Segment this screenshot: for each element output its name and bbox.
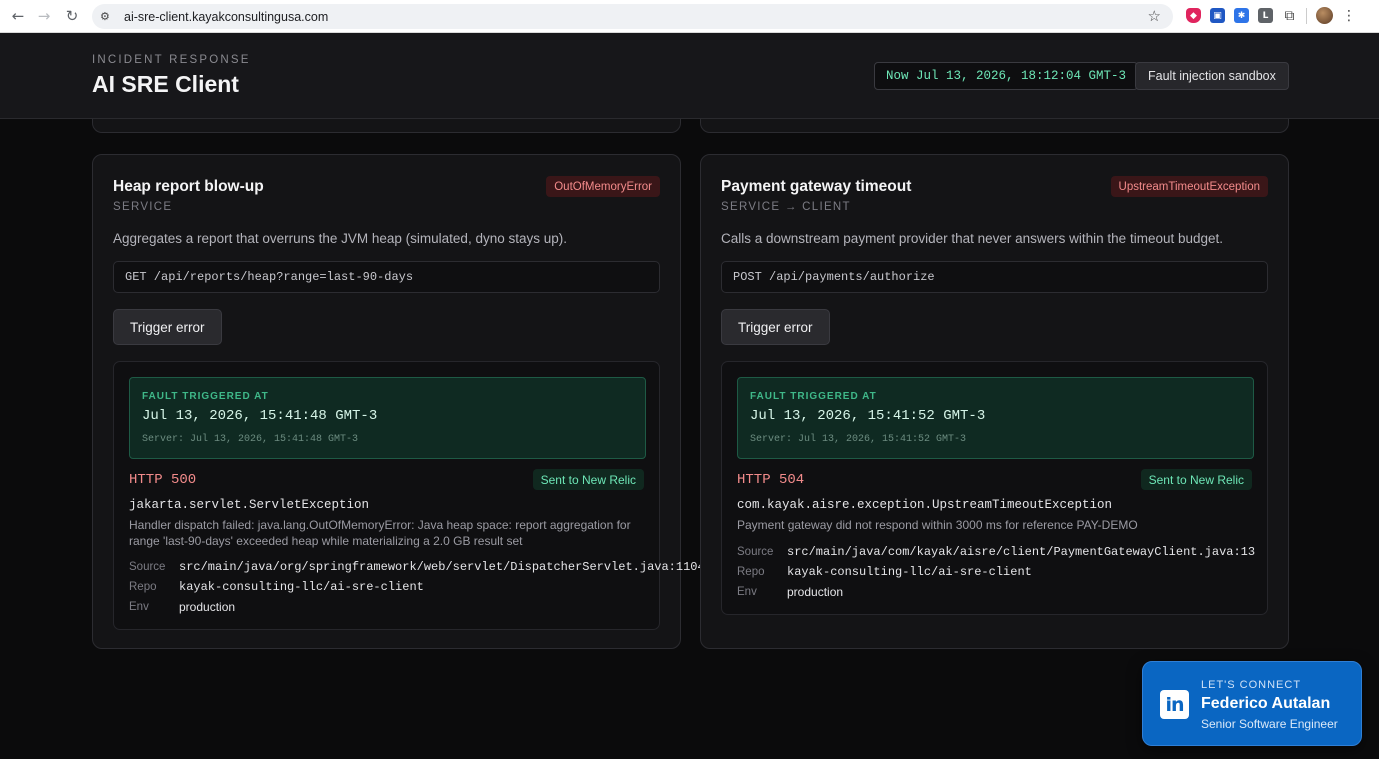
env-label: Env: [129, 601, 149, 613]
fault-result-panel: FAULT TRIGGERED AT Jul 13, 2026, 15:41:5…: [721, 361, 1268, 615]
cta-eyebrow: LET'S CONNECT: [1201, 679, 1302, 691]
profile-avatar[interactable]: [1316, 7, 1333, 24]
trigger-error-button[interactable]: Trigger error: [721, 309, 830, 345]
url-text[interactable]: ai-sre-client.kayakconsultingusa.com: [124, 10, 328, 24]
previous-card-right: [700, 119, 1289, 133]
cta-role: Senior Software Engineer: [1201, 717, 1338, 731]
extensions-area: ◆ ▣ ✱ L ⧉ ⋮: [1186, 7, 1356, 24]
app-header: INCIDENT RESPONSE AI SRE Client Now Jul …: [0, 33, 1379, 119]
endpoint-field: GET /api/reports/heap?range=last-90-days: [113, 261, 660, 293]
repo-label: Repo: [129, 581, 157, 593]
shield-extension-icon[interactable]: ◆: [1186, 8, 1201, 23]
back-arrow-icon[interactable]: ←: [8, 6, 28, 26]
fault-label: FAULT TRIGGERED AT: [750, 391, 877, 402]
server-time: Server: Jul 13, 2026, 15:41:48 GMT-3: [142, 434, 359, 445]
fault-time: Jul 13, 2026, 15:41:48 GMT-3: [142, 408, 378, 424]
card-kind: SERVICE: [113, 201, 173, 213]
reload-icon[interactable]: ↻: [62, 6, 82, 26]
card-description: Calls a downstream payment provider that…: [721, 231, 1224, 246]
fault-result-panel: FAULT TRIGGERED AT Jul 13, 2026, 15:41:4…: [113, 361, 705, 630]
repo-value: kayak-consulting-llc/ai-sre-client: [179, 580, 424, 594]
exception-tag: OutOfMemoryError: [546, 176, 660, 197]
fault-card-payment: Payment gateway timeout UpstreamTimeoutE…: [700, 154, 1289, 649]
endpoint-field: POST /api/payments/authorize: [721, 261, 1268, 293]
previous-card-left: [92, 119, 681, 133]
extensions-puzzle-icon[interactable]: ⧉: [1282, 8, 1297, 24]
cta-name: Federico Autalan: [1201, 695, 1331, 712]
env-value: production: [787, 585, 844, 599]
source-label: Source: [129, 561, 166, 573]
fault-card-heap: Heap report blow-up OutOfMemoryError SER…: [92, 154, 705, 649]
address-bar[interactable]: ⚙ ai-sre-client.kayakconsultingusa.com ☆: [92, 4, 1173, 29]
exception-message: Handler dispatch failed: java.lang.OutOf…: [129, 518, 631, 548]
env-label: Env: [737, 586, 757, 598]
exception-message: Payment gateway did not respond within 3…: [737, 518, 1138, 532]
forward-arrow-icon[interactable]: →: [34, 6, 54, 26]
card-title: Heap report blow-up: [113, 178, 264, 195]
current-time-display: Now Jul 13, 2026, 18:12:04 GMT-3: [874, 62, 1139, 90]
repo-label: Repo: [737, 566, 765, 578]
exception-tag: UpstreamTimeoutException: [1110, 176, 1268, 197]
more-menu-icon[interactable]: ⋮: [1342, 8, 1356, 24]
http-status: HTTP 500: [129, 472, 197, 488]
source-value: src/main/java/org/springframework/web/se…: [179, 560, 705, 574]
fault-triggered-box: FAULT TRIGGERED AT Jul 13, 2026, 15:41:5…: [737, 377, 1254, 459]
page-title: AI SRE Client: [92, 71, 239, 97]
exception-class: jakarta.servlet.ServletException: [129, 498, 370, 512]
fault-injection-sandbox-button[interactable]: Fault injection sandbox: [1135, 62, 1289, 90]
new-relic-badge: Sent to New Relic: [1140, 469, 1252, 490]
bookmark-star-icon[interactable]: ☆: [1148, 7, 1161, 25]
new-relic-badge: Sent to New Relic: [532, 469, 644, 490]
linkedin-icon: in: [1160, 690, 1189, 719]
env-value: production: [179, 600, 236, 614]
source-value: src/main/java/com/kayak/aisre/client/Pay…: [787, 545, 1256, 559]
fault-label: FAULT TRIGGERED AT: [142, 391, 269, 402]
site-settings-icon[interactable]: ⚙: [100, 10, 122, 23]
repo-value: kayak-consulting-llc/ai-sre-client: [787, 565, 1032, 579]
fault-time: Jul 13, 2026, 15:41:52 GMT-3: [750, 408, 986, 424]
trigger-error-button[interactable]: Trigger error: [113, 309, 222, 345]
toolbar-divider: [1306, 7, 1307, 24]
fault-triggered-box: FAULT TRIGGERED AT Jul 13, 2026, 15:41:4…: [129, 377, 646, 459]
server-time: Server: Jul 13, 2026, 15:41:52 GMT-3: [750, 434, 967, 445]
card-title: Payment gateway timeout: [721, 178, 912, 195]
card-kind: SERVICE → CLIENT: [721, 201, 851, 213]
bookmark-extension-icon[interactable]: ▣: [1210, 8, 1225, 23]
card-description: Aggregates a report that overruns the JV…: [113, 231, 567, 246]
gear-extension-icon[interactable]: ✱: [1234, 8, 1249, 23]
exception-class: com.kayak.aisre.exception.UpstreamTimeou…: [737, 498, 1113, 512]
letter-extension-icon[interactable]: L: [1258, 8, 1273, 23]
http-status: HTTP 504: [737, 472, 805, 488]
header-eyebrow: INCIDENT RESPONSE: [92, 54, 251, 66]
source-label: Source: [737, 546, 774, 558]
browser-toolbar: ← → ↻ ⚙ ai-sre-client.kayakconsultingusa…: [0, 0, 1379, 33]
linkedin-connect-card[interactable]: in LET'S CONNECT Federico Autalan Senior…: [1142, 661, 1362, 746]
